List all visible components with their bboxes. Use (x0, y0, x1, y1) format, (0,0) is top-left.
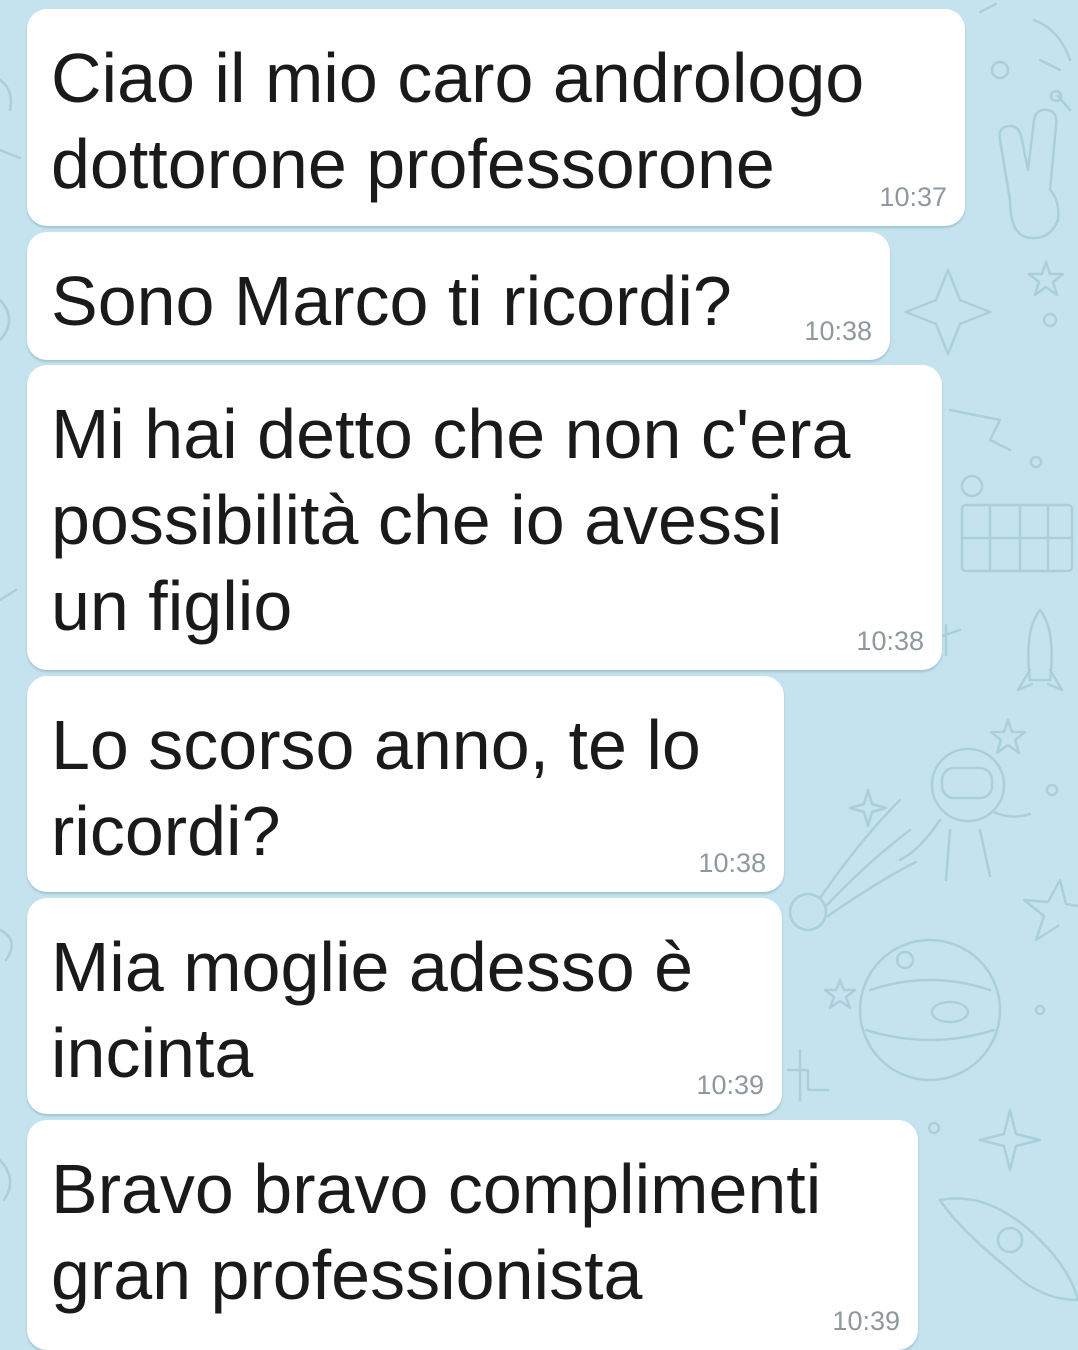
dot-doodle-icon (1034, 1004, 1046, 1016)
message-bubble[interactable]: Sono Marco ti ricordi? 10:38 (27, 232, 890, 360)
dot-doodle-icon (1042, 312, 1058, 328)
message-bubble[interactable]: Ciao il mio caro andrologo dottorone pro… (27, 9, 965, 226)
message-bubble[interactable]: Bravo bravo complimenti gran professioni… (27, 1120, 918, 1350)
star-doodle-icon (989, 718, 1027, 755)
message-text: Lo scorso anno, te lo ricordi? (51, 706, 701, 870)
message-text: Ciao il mio caro andrologo dottorone pro… (51, 39, 865, 203)
message-bubble[interactable]: Lo scorso anno, te lo ricordi? 10:38 (27, 676, 784, 892)
planet-doodle-icon (858, 938, 1002, 1082)
message-timestamp: 10:38 (698, 848, 766, 878)
astronaut-doodle-icon (898, 747, 1032, 882)
rocket-doodle-icon (1016, 608, 1064, 692)
dot-doodle-icon (990, 60, 1010, 80)
starfish-doodle-icon (1022, 878, 1078, 942)
message-timestamp: 10:39 (696, 1070, 764, 1100)
message-timestamp: 10:37 (879, 182, 947, 212)
doodle-fragment-icon (978, 2, 1072, 112)
dot-doodle-icon (927, 1121, 941, 1135)
message-text: Sono Marco ti ricordi? (51, 262, 732, 340)
doodle-fragment-icon (928, 408, 1012, 657)
message-timestamp: 10:38 (804, 316, 872, 346)
sparkle-doodle-icon (904, 268, 992, 356)
message-timestamp: 10:39 (832, 1306, 900, 1336)
message-bubble[interactable]: Mia moglie adesso è incinta 10:39 (27, 898, 782, 1114)
star-doodle-icon (823, 978, 857, 1010)
message-bubble[interactable]: Mi hai detto che non c'era possibilità c… (27, 365, 942, 670)
ruler-doodle-icon (960, 503, 1074, 573)
hand-doodle-icon (998, 108, 1060, 240)
dot-doodle-icon (1045, 783, 1059, 797)
star-doodle-icon (1027, 260, 1065, 297)
comet-doodle-icon (788, 798, 918, 932)
dot-doodle-icon (960, 474, 984, 498)
doodle-fragment-icon (0, 78, 22, 1202)
doodle-fragment-icon (786, 1048, 830, 1102)
message-timestamp: 10:38 (856, 626, 924, 656)
rocket-doodle-icon (938, 1197, 1078, 1302)
message-text: Bravo bravo complimenti gran professioni… (51, 1150, 822, 1314)
sparkle-doodle-icon (978, 1108, 1042, 1172)
dot-doodle-icon (1029, 455, 1043, 469)
message-text: Mia moglie adesso è incinta (51, 928, 693, 1092)
message-text: Mi hai detto che non c'era possibilità c… (51, 395, 851, 645)
